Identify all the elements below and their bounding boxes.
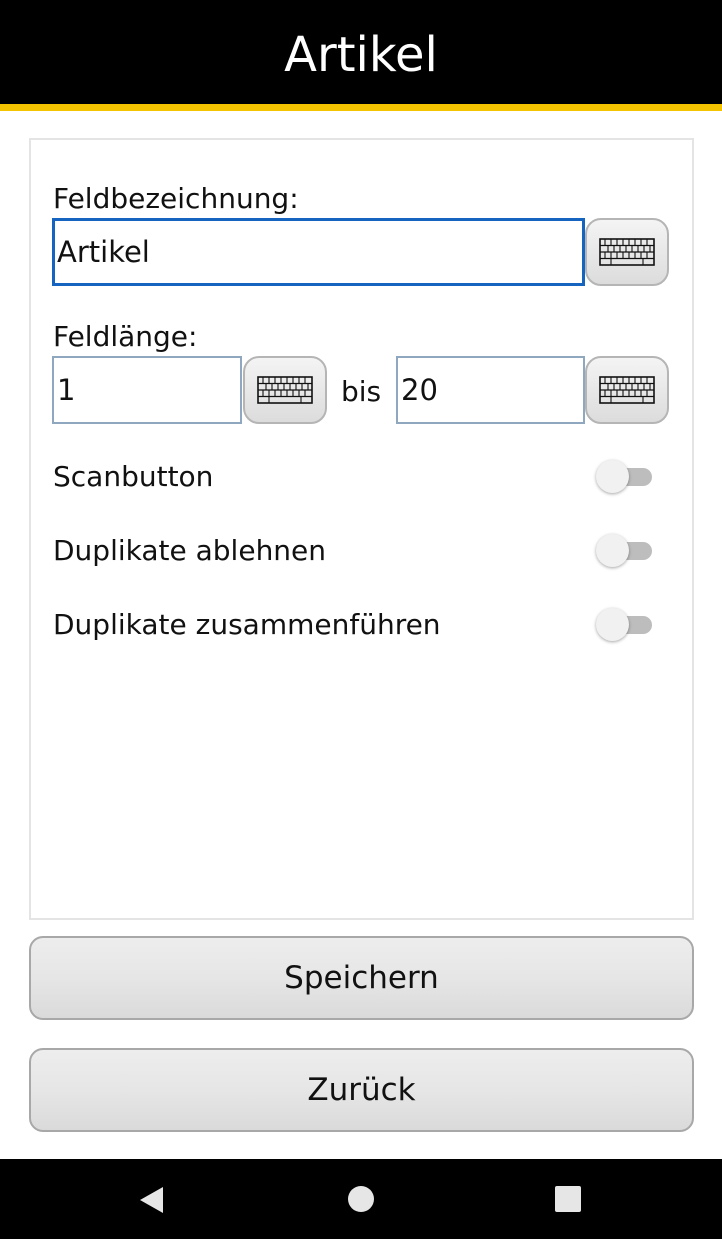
nav-recents-icon[interactable] [555, 1186, 581, 1212]
field-name-input[interactable]: Artikel [52, 218, 585, 286]
toggle-thumb [596, 534, 629, 567]
length-max-input[interactable]: 20 [396, 356, 585, 424]
toggle-thumb [596, 460, 629, 493]
length-min-input[interactable]: 1 [52, 356, 242, 424]
back-button[interactable]: Zurück [29, 1048, 694, 1132]
nav-home-icon[interactable] [348, 1186, 374, 1212]
page-title: Artikel [284, 27, 438, 83]
keyboard-icon [598, 375, 655, 404]
merge-duplicates-label: Duplikate zusammenführen [53, 608, 441, 641]
field-name-label: Feldbezeichnung: [53, 182, 299, 215]
nav-back-icon[interactable] [139, 1186, 165, 1214]
scanbutton-label: Scanbutton [53, 460, 214, 493]
save-button[interactable]: Speichern [29, 936, 694, 1020]
length-min-keyboard-button[interactable] [243, 356, 327, 424]
app-header: Artikel [0, 0, 722, 104]
system-nav-bar [0, 1159, 722, 1239]
field-name-keyboard-button[interactable] [585, 218, 669, 286]
reject-duplicates-toggle[interactable] [596, 532, 652, 568]
scanbutton-toggle[interactable] [596, 458, 652, 494]
toggle-thumb [596, 608, 629, 641]
length-max-keyboard-button[interactable] [585, 356, 669, 424]
merge-duplicates-toggle[interactable] [596, 606, 652, 642]
keyboard-icon [256, 375, 313, 404]
field-length-label: Feldlänge: [53, 320, 198, 353]
keyboard-icon [598, 237, 655, 266]
header-accent-bar [0, 104, 722, 111]
length-separator-text: bis [341, 375, 382, 408]
reject-duplicates-label: Duplikate ablehnen [53, 534, 327, 567]
